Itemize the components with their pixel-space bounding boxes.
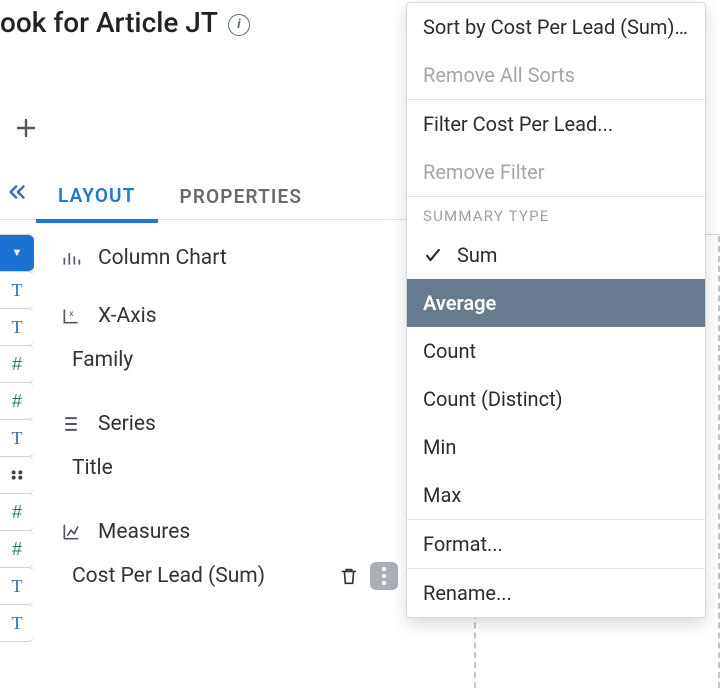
series-field[interactable]: Title	[60, 450, 400, 486]
menu-summary-max[interactable]: Max	[407, 471, 705, 519]
chart-type-row[interactable]: Column Chart	[60, 246, 400, 270]
measure-field-row: Cost Per Lead (Sum)	[60, 558, 400, 594]
xaxis-icon: x	[60, 305, 82, 327]
tabs: LAYOUT PROPERTIES	[0, 174, 408, 220]
xaxis-field[interactable]: Family	[60, 342, 400, 378]
check-icon	[423, 245, 443, 265]
info-icon[interactable]: i	[228, 14, 250, 36]
menu-format[interactable]: Format...	[407, 520, 705, 568]
field-pill-text[interactable]: T	[0, 308, 34, 346]
column-chart-icon	[60, 247, 82, 269]
measures-header: Measures	[60, 520, 400, 544]
menu-summary-min[interactable]: Min	[407, 423, 705, 471]
menu-filter[interactable]: Filter Cost Per Lead...	[407, 100, 705, 148]
field-pill-link[interactable]	[0, 456, 34, 494]
field-pill-text[interactable]: T	[0, 567, 34, 605]
menu-remove-sorts: Remove All Sorts	[407, 51, 705, 99]
xaxis-label: X-Axis	[98, 304, 157, 328]
measures-label: Measures	[98, 520, 190, 544]
page-title: ook for Article JT	[0, 6, 218, 39]
measures-section: Measures Cost Per Lead (Sum)	[60, 520, 400, 594]
field-pill-number[interactable]: #	[0, 345, 34, 383]
measure-field[interactable]: Cost Per Lead (Sum)	[60, 558, 265, 594]
menu-rename[interactable]: Rename...	[407, 569, 705, 617]
xaxis-section: x X-Axis Family	[60, 304, 400, 378]
header: ook for Article JT i	[0, 6, 250, 39]
menu-summary-average[interactable]: Average	[407, 279, 705, 327]
field-pill-number[interactable]: #	[0, 382, 34, 420]
menu-summary-sum-label: Sum	[457, 243, 497, 267]
field-pill-selected[interactable]: ▼	[0, 234, 34, 272]
xaxis-header: x X-Axis	[60, 304, 400, 328]
series-header: Series	[60, 412, 400, 436]
menu-summary-header: SUMMARY TYPE	[407, 197, 705, 231]
collapse-panel-icon[interactable]	[6, 181, 36, 213]
field-pill-text[interactable]: T	[0, 271, 34, 309]
menu-remove-filter: Remove Filter	[407, 148, 705, 196]
measures-icon	[60, 521, 82, 543]
svg-text:x: x	[69, 309, 73, 319]
series-label: Series	[98, 412, 156, 436]
menu-summary-sum[interactable]: Sum	[407, 231, 705, 279]
delete-icon[interactable]	[338, 565, 360, 587]
chart-type-label: Column Chart	[98, 246, 227, 270]
more-options-button[interactable]	[370, 562, 398, 590]
menu-summary-count[interactable]: Count	[407, 327, 705, 375]
menu-sort[interactable]: Sort by Cost Per Lead (Sum)...	[407, 3, 705, 51]
field-pill-number[interactable]: #	[0, 493, 34, 531]
field-pill-number[interactable]: #	[0, 530, 34, 568]
context-menu: Sort by Cost Per Lead (Sum)... Remove Al…	[406, 2, 706, 618]
field-type-strip: ▼ T T # # T # # T T	[0, 234, 34, 641]
field-pill-text[interactable]: T	[0, 419, 34, 457]
chart-type-section: Column Chart	[60, 246, 400, 270]
tab-layout[interactable]: LAYOUT	[36, 172, 158, 223]
series-icon	[60, 413, 82, 435]
series-section: Series Title	[60, 412, 400, 486]
field-pill-text[interactable]: T	[0, 604, 34, 642]
tab-properties[interactable]: PROPERTIES	[158, 173, 325, 220]
menu-summary-count-distinct[interactable]: Count (Distinct)	[407, 375, 705, 423]
add-widget-button[interactable]	[6, 108, 46, 148]
layout-panel: Column Chart x X-Axis Family Series Titl…	[60, 246, 400, 628]
